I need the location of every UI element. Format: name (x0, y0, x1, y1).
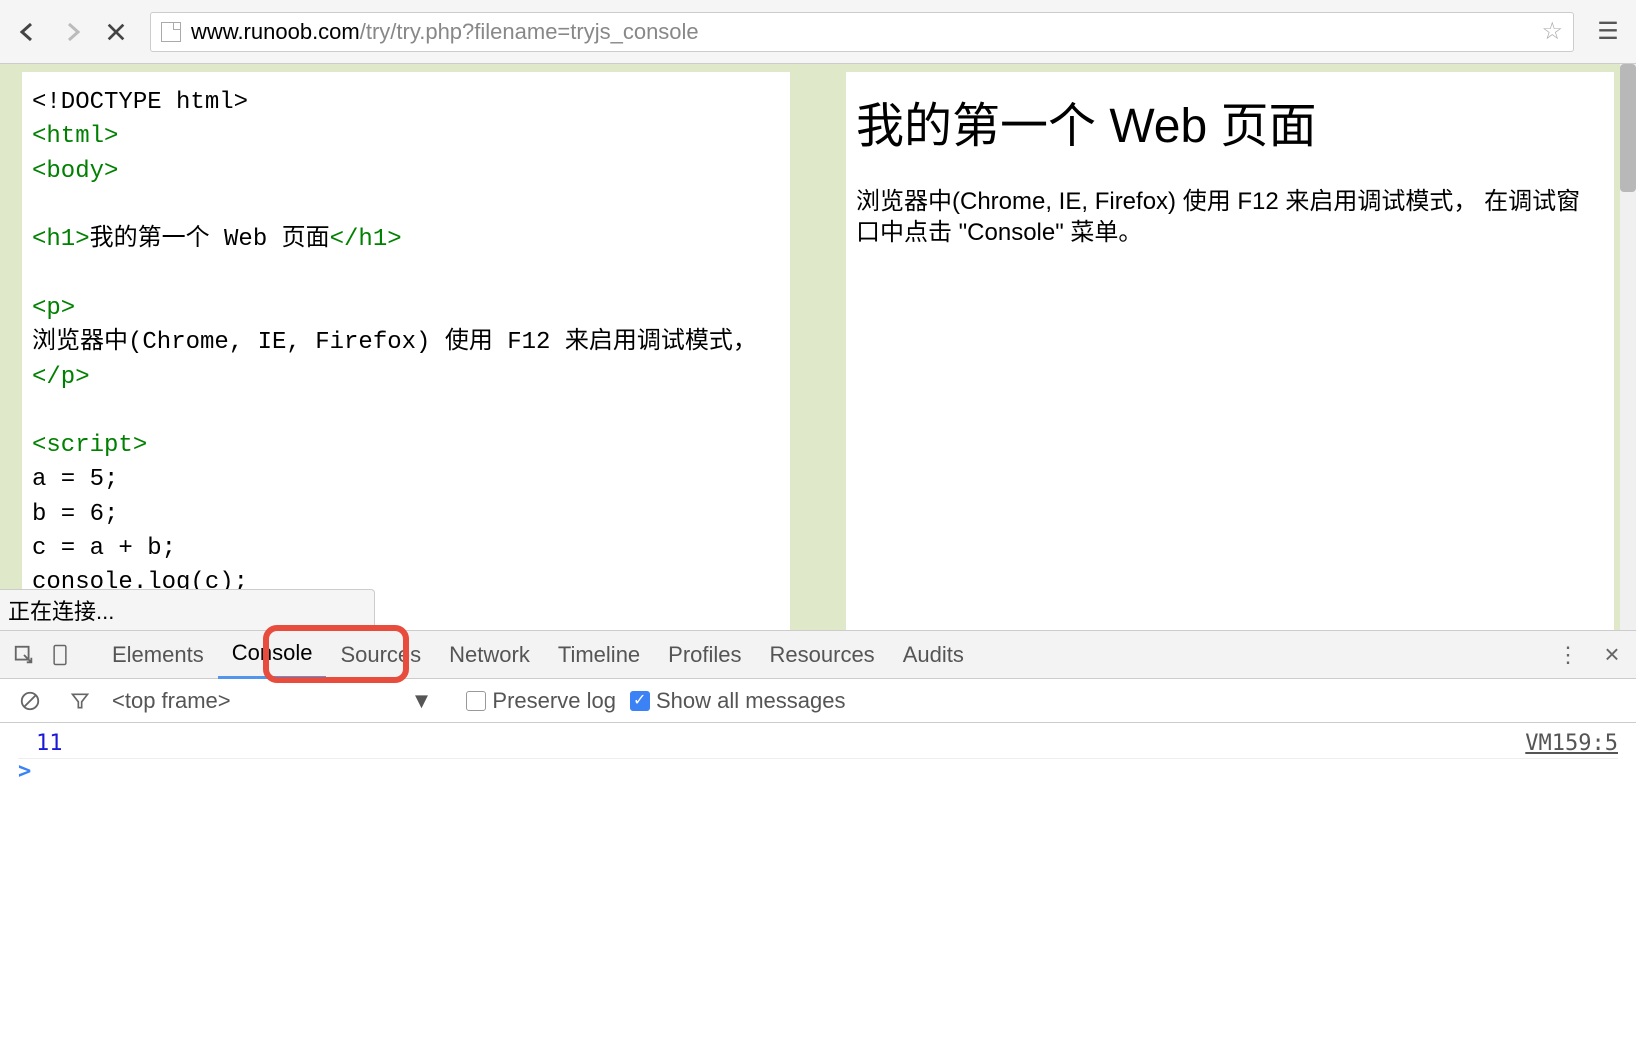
inspect-element-icon[interactable] (6, 637, 42, 673)
console-log-value: 11 (36, 731, 63, 756)
preview-pane: 我的第一个 Web 页面 浏览器中(Chrome, IE, Firefox) 使… (846, 72, 1614, 630)
console-source-link[interactable]: VM159:5 (1525, 731, 1618, 756)
hamburger-menu-button[interactable]: ☰ (1590, 14, 1626, 50)
devtools-tabs: Elements Console Sources Network Timelin… (0, 631, 1636, 679)
code-editor[interactable]: <!DOCTYPE html> <html> <body> <h1>我的第一个 … (22, 72, 790, 630)
devtools-more-icon[interactable]: ⋮ (1550, 637, 1586, 673)
preserve-log-checkbox[interactable]: Preserve log (466, 688, 616, 714)
forward-button[interactable] (54, 14, 90, 50)
page-icon (161, 22, 181, 42)
url-text: www.runoob.com/try/try.php?filename=tryj… (191, 19, 699, 45)
console-output: 11 VM159:5 > (0, 723, 1636, 790)
address-bar[interactable]: www.runoob.com/try/try.php?filename=tryj… (150, 12, 1574, 52)
back-button[interactable] (10, 14, 46, 50)
console-toolbar: <top frame> ▼ Preserve log Show all mess… (0, 679, 1636, 723)
tab-network[interactable]: Network (435, 632, 544, 678)
stop-button[interactable] (98, 14, 134, 50)
preview-paragraph: 浏览器中(Chrome, IE, Firefox) 使用 F12 来启用调试模式… (856, 186, 1604, 248)
preview-heading: 我的第一个 Web 页面 (856, 86, 1604, 156)
browser-toolbar: www.runoob.com/try/try.php?filename=tryj… (0, 0, 1636, 64)
tab-console[interactable]: Console (218, 630, 327, 679)
show-all-messages-checkbox[interactable]: Show all messages (630, 688, 846, 714)
devtools-close-icon[interactable]: × (1594, 637, 1630, 673)
bookmark-star-icon[interactable]: ☆ (1541, 17, 1563, 46)
clear-console-icon[interactable] (12, 683, 48, 719)
console-log-row: 11 VM159:5 (18, 729, 1618, 759)
device-mode-icon[interactable] (42, 637, 78, 673)
tab-elements[interactable]: Elements (98, 632, 218, 678)
tab-profiles[interactable]: Profiles (654, 632, 755, 678)
execution-context-selector[interactable]: <top frame> ▼ (112, 688, 432, 714)
devtools-panel: Elements Console Sources Network Timelin… (0, 630, 1636, 790)
chevron-down-icon: ▼ (411, 688, 433, 714)
scrollbar[interactable] (1620, 64, 1636, 630)
scrollbar-thumb[interactable] (1620, 64, 1636, 192)
page-content: <!DOCTYPE html> <html> <body> <h1>我的第一个 … (0, 64, 1636, 630)
console-prompt[interactable]: > (18, 759, 1618, 784)
tab-sources[interactable]: Sources (326, 632, 435, 678)
status-bar: 正在连接... (0, 589, 375, 630)
tab-timeline[interactable]: Timeline (544, 632, 654, 678)
tab-audits[interactable]: Audits (889, 632, 978, 678)
filter-icon[interactable] (62, 683, 98, 719)
tab-resources[interactable]: Resources (756, 632, 889, 678)
